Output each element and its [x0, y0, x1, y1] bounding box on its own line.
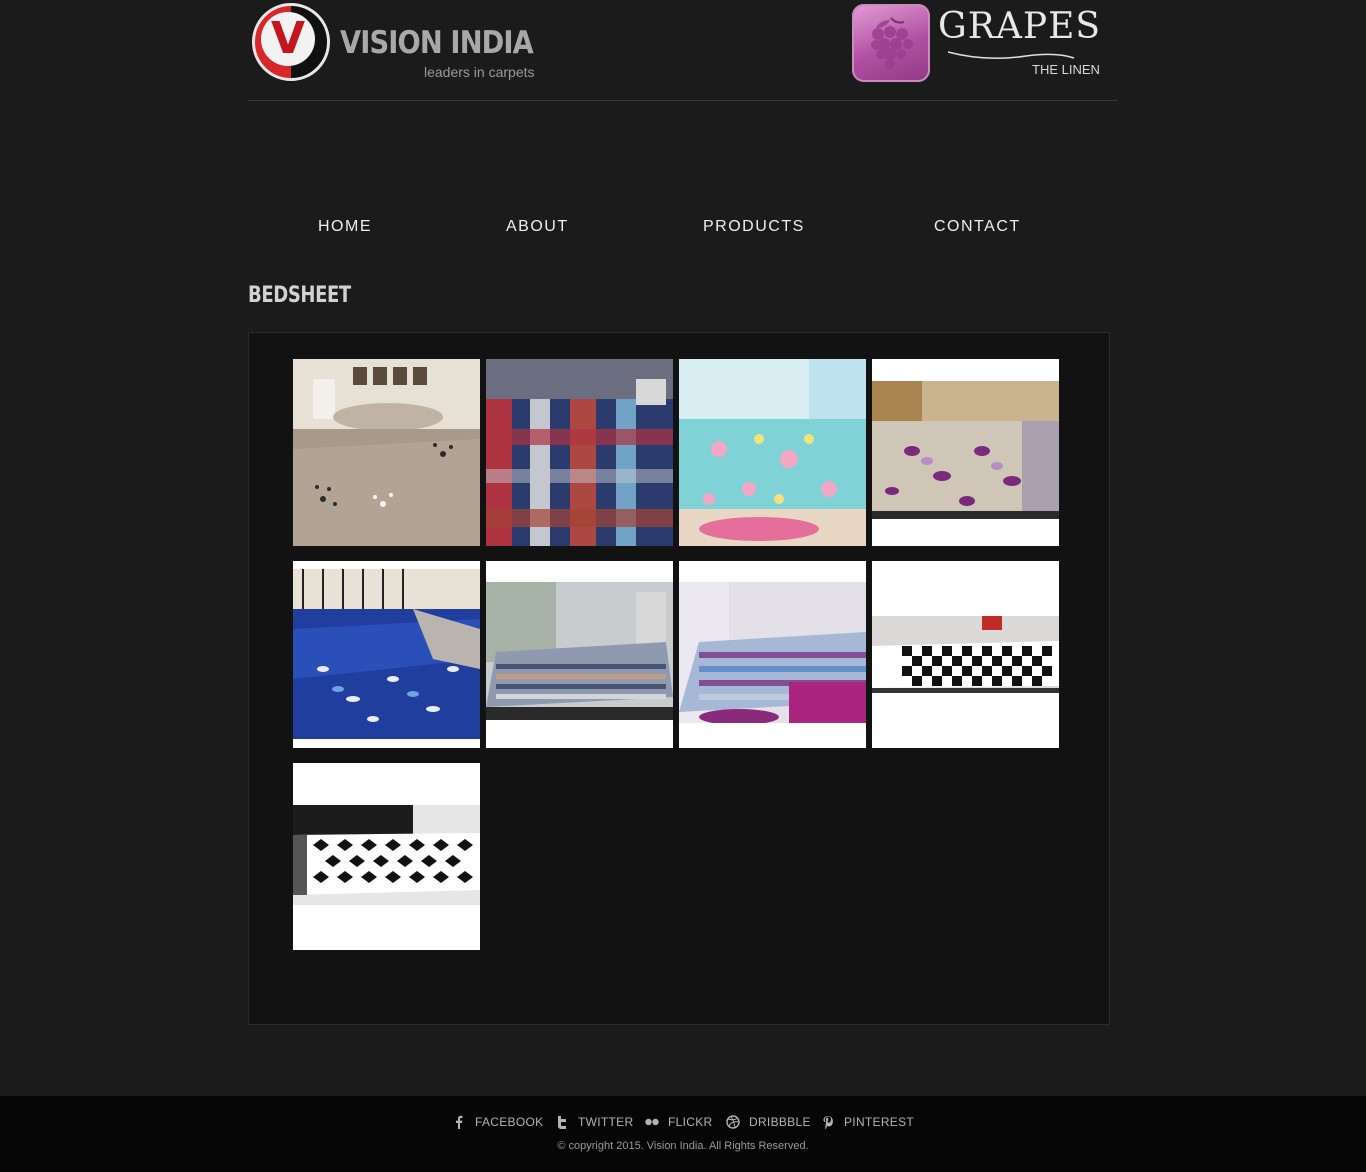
- v-letter-icon: V: [270, 13, 306, 64]
- swoosh-decoration: [947, 51, 1075, 59]
- gallery-item-8[interactable]: [872, 561, 1059, 748]
- bedsheet-photo: [679, 582, 866, 723]
- nav-contact[interactable]: CONTACT: [934, 218, 1021, 236]
- social-label: FACEBOOK: [475, 1115, 544, 1129]
- bedsheet-photo: [679, 359, 866, 546]
- social-twitter[interactable]: TWITTER: [555, 1114, 633, 1130]
- partner-tagline: THE LINEN: [1032, 62, 1100, 77]
- social-label: FLICKR: [668, 1115, 713, 1129]
- gallery-item-1[interactable]: [293, 359, 480, 546]
- gallery-item-4[interactable]: [872, 359, 1059, 546]
- partner-name: GRAPES: [938, 6, 1102, 47]
- bedsheet-photo: [293, 569, 480, 739]
- bedsheet-photo: [293, 359, 480, 546]
- social-label: DRIBBBLE: [749, 1115, 811, 1129]
- social-label: TWITTER: [578, 1115, 634, 1129]
- grapes-logo[interactable]: GRAPES THE LINEN: [852, 4, 1100, 84]
- bedsheet-photo: [293, 805, 480, 905]
- twitter-icon: [558, 1116, 566, 1129]
- nav-about[interactable]: ABOUT: [506, 218, 569, 236]
- gallery-item-6[interactable]: [486, 561, 673, 748]
- social-dribbble[interactable]: DRIBBBLE: [726, 1114, 811, 1130]
- bedsheet-photo: [872, 381, 1059, 519]
- grapes-emblem: [852, 4, 930, 82]
- brand-name: VISION INDIA: [340, 25, 534, 61]
- gallery-item-3[interactable]: [679, 359, 866, 546]
- nav-products[interactable]: PRODUCTS: [703, 218, 805, 236]
- header-divider: [248, 100, 1118, 101]
- nav-home[interactable]: HOME: [318, 218, 372, 236]
- bedsheet-photo: [486, 582, 673, 720]
- dribbble-icon: [726, 1115, 740, 1129]
- page-title: BEDSHEET: [248, 283, 351, 308]
- brand-tagline: leaders in carpets: [424, 64, 535, 80]
- gallery-item-7[interactable]: [679, 561, 866, 748]
- gallery-item-9[interactable]: [293, 763, 480, 950]
- bedsheet-photo: [486, 359, 673, 546]
- gallery-item-5[interactable]: [293, 561, 480, 748]
- pinterest-icon: [823, 1116, 833, 1129]
- bedsheet-photo: [872, 616, 1059, 693]
- grapes-icon: [871, 17, 913, 69]
- facebook-icon: [456, 1115, 463, 1129]
- social-facebook[interactable]: FACEBOOK: [452, 1114, 543, 1130]
- copyright-text: © copyright 2015. Vision India. All Righ…: [557, 1140, 809, 1152]
- vision-india-logo[interactable]: V VISION INDIA leaders in carpets: [252, 3, 535, 83]
- social-pinterest[interactable]: PINTEREST: [821, 1114, 914, 1130]
- social-flickr[interactable]: FLICKR: [645, 1114, 712, 1130]
- footer: [0, 1096, 1366, 1172]
- flickr-icon: [645, 1118, 659, 1126]
- social-label: PINTEREST: [844, 1115, 915, 1129]
- gallery-item-2[interactable]: [486, 359, 673, 546]
